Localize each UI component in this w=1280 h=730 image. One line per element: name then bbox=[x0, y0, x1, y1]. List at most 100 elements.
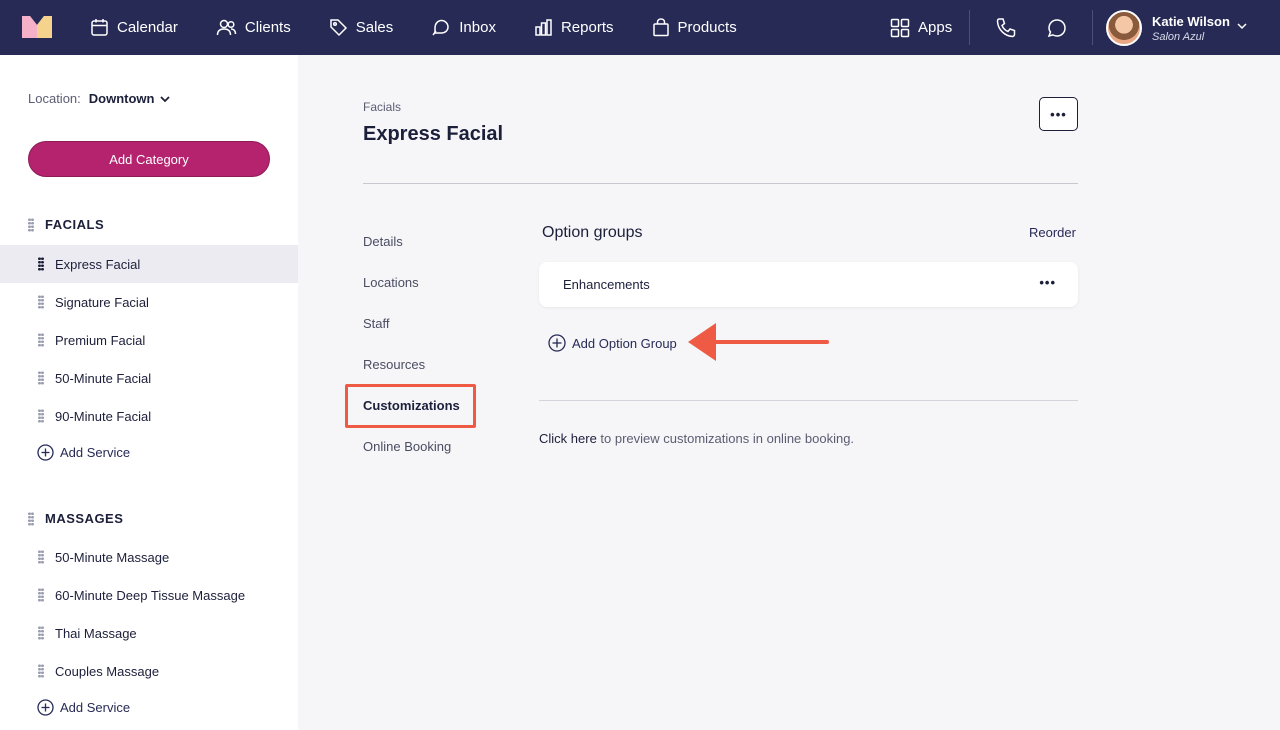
service-label: 50-Minute Facial bbox=[55, 370, 152, 386]
divider bbox=[539, 400, 1078, 401]
preview-text: Click here to preview customizations in … bbox=[539, 431, 854, 446]
service-item[interactable]: Premium Facial bbox=[0, 321, 298, 359]
service-label: Couples Massage bbox=[55, 663, 160, 679]
service-item[interactable]: 60-Minute Deep Tissue Massage bbox=[0, 576, 298, 614]
sidebar: Location: Downtown Add Category FACIALS … bbox=[0, 55, 298, 730]
apps-label: Apps bbox=[918, 19, 953, 36]
drag-handle-icon[interactable] bbox=[38, 371, 44, 385]
avatar bbox=[1106, 10, 1142, 46]
main-nav: Calendar Clients Sales Inbox Reports Pro… bbox=[90, 0, 775, 55]
tag-icon bbox=[329, 19, 347, 37]
inbox-icon bbox=[432, 19, 450, 36]
service-item[interactable]: Signature Facial bbox=[0, 283, 298, 321]
service-item[interactable]: Thai Massage bbox=[0, 614, 298, 652]
breadcrumb[interactable]: Facials bbox=[363, 100, 401, 114]
nav-clients[interactable]: Clients bbox=[216, 18, 291, 37]
drag-handle-icon[interactable] bbox=[28, 511, 34, 526]
nav-label: Inbox bbox=[459, 19, 496, 36]
service-item[interactable]: 50-Minute Massage bbox=[0, 538, 298, 576]
nav-sales[interactable]: Sales bbox=[329, 18, 394, 37]
service-item[interactable]: Express Facial bbox=[0, 245, 298, 283]
annotation-arrow-icon bbox=[688, 323, 829, 361]
section-title: Option groups bbox=[542, 224, 643, 241]
top-nav-bar: Calendar Clients Sales Inbox Reports Pro… bbox=[0, 0, 1280, 55]
service-label: 90-Minute Facial bbox=[55, 408, 152, 424]
nav-reports[interactable]: Reports bbox=[534, 18, 614, 37]
drag-handle-icon[interactable] bbox=[38, 409, 44, 423]
divider bbox=[363, 183, 1078, 184]
drag-handle-icon[interactable] bbox=[38, 295, 44, 309]
nav-divider bbox=[1092, 10, 1093, 45]
add-service-button[interactable]: Add Service bbox=[37, 699, 130, 716]
chevron-down-icon[interactable] bbox=[1236, 20, 1248, 32]
location-selector[interactable]: Location: Downtown bbox=[28, 91, 171, 106]
phone-icon[interactable] bbox=[994, 16, 1018, 40]
nav-divider bbox=[969, 10, 970, 45]
drag-handle-icon[interactable] bbox=[38, 257, 44, 271]
category-name: FACIALS bbox=[45, 217, 105, 232]
service-label: Express Facial bbox=[55, 256, 141, 272]
drag-handle-icon[interactable] bbox=[28, 217, 34, 232]
option-group-card[interactable]: Enhancements ••• bbox=[539, 262, 1078, 307]
plus-circle-icon bbox=[37, 699, 54, 716]
reports-icon bbox=[535, 19, 552, 36]
drag-handle-icon[interactable] bbox=[38, 550, 44, 564]
category-header-facials[interactable]: FACIALS bbox=[28, 217, 104, 232]
option-group-label: Enhancements bbox=[563, 277, 650, 292]
drag-handle-icon[interactable] bbox=[38, 626, 44, 640]
nav-label: Sales bbox=[355, 19, 394, 36]
add-service-label: Add Service bbox=[60, 445, 131, 460]
plus-circle-icon bbox=[548, 334, 566, 352]
nav-label: Products bbox=[677, 19, 737, 36]
user-info: Katie Wilson Salon Azul bbox=[1152, 14, 1230, 43]
annotation-highlight-box bbox=[345, 384, 476, 428]
more-icon[interactable]: ••• bbox=[1039, 275, 1056, 290]
clients-icon bbox=[216, 19, 237, 36]
chevron-down-icon bbox=[160, 95, 171, 102]
service-item[interactable]: Couples Massage bbox=[0, 652, 298, 690]
nav-products[interactable]: Products bbox=[652, 18, 737, 37]
plus-circle-icon bbox=[37, 444, 54, 461]
add-service-label: Add Service bbox=[60, 700, 131, 715]
tab-online-booking[interactable]: Online Booking bbox=[363, 439, 451, 454]
drag-handle-icon[interactable] bbox=[38, 588, 44, 602]
apps-grid-icon bbox=[890, 18, 910, 37]
page-title: Express Facial bbox=[363, 123, 504, 145]
add-option-group-button[interactable]: Add Option Group bbox=[548, 334, 677, 352]
service-label: Signature Facial bbox=[55, 294, 149, 310]
tab-locations[interactable]: Locations bbox=[363, 275, 419, 290]
bag-icon bbox=[652, 18, 669, 37]
location-label: Location: bbox=[28, 91, 81, 106]
nav-label: Reports bbox=[560, 19, 614, 36]
user-menu[interactable]: Katie Wilson Salon Azul bbox=[1106, 10, 1230, 46]
service-label: Premium Facial bbox=[55, 332, 146, 348]
service-item[interactable]: 50-Minute Facial bbox=[0, 359, 298, 397]
user-salon: Salon Azul bbox=[1152, 30, 1205, 43]
brand-logo-icon[interactable] bbox=[22, 16, 52, 38]
tab-details[interactable]: Details bbox=[363, 234, 403, 249]
service-item[interactable]: 90-Minute Facial bbox=[0, 397, 298, 435]
add-service-button[interactable]: Add Service bbox=[37, 444, 130, 461]
apps-button[interactable]: Apps bbox=[890, 0, 952, 55]
add-category-button[interactable]: Add Category bbox=[28, 141, 270, 177]
add-option-group-label: Add Option Group bbox=[572, 335, 677, 351]
tab-staff[interactable]: Staff bbox=[363, 316, 390, 331]
more-options-button[interactable]: ••• bbox=[1039, 97, 1078, 131]
reorder-link[interactable]: Reorder bbox=[1029, 225, 1076, 240]
nav-inbox[interactable]: Inbox bbox=[431, 18, 496, 37]
category-header-massages[interactable]: MASSAGES bbox=[28, 511, 123, 526]
nav-calendar[interactable]: Calendar bbox=[90, 18, 178, 37]
service-label: 60-Minute Deep Tissue Massage bbox=[55, 587, 246, 603]
more-icon: ••• bbox=[1050, 106, 1067, 122]
location-value: Downtown bbox=[88, 91, 155, 106]
chat-icon[interactable] bbox=[1045, 16, 1069, 40]
nav-label: Calendar bbox=[117, 19, 178, 36]
calendar-icon bbox=[91, 19, 108, 36]
service-label: Thai Massage bbox=[55, 625, 137, 641]
preview-link[interactable]: Click here bbox=[539, 431, 597, 446]
nav-label: Clients bbox=[244, 19, 291, 36]
category-name: MASSAGES bbox=[45, 511, 124, 526]
drag-handle-icon[interactable] bbox=[38, 664, 44, 678]
tab-resources[interactable]: Resources bbox=[363, 357, 425, 372]
drag-handle-icon[interactable] bbox=[38, 333, 44, 347]
